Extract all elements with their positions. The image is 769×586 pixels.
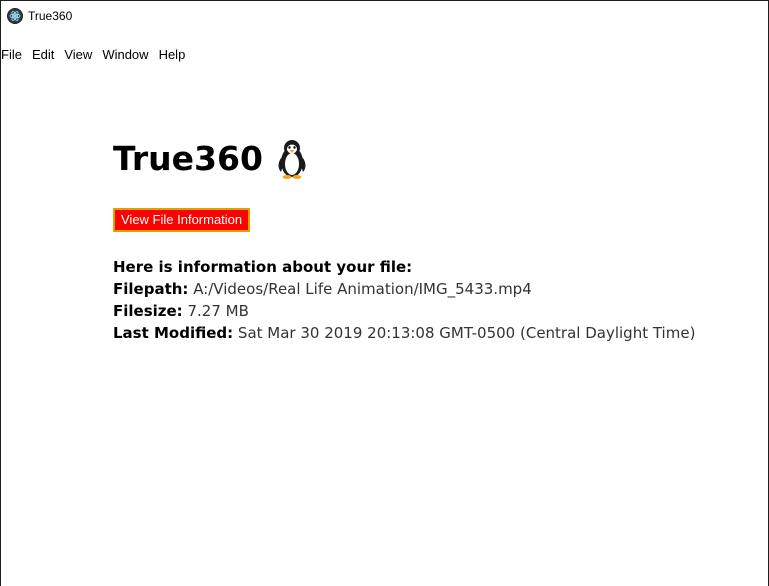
title-bar: True360: [1, 1, 768, 31]
main-content: True360 View File Information Here is in…: [113, 131, 763, 342]
menu-help[interactable]: Help: [154, 46, 191, 64]
penguin-icon: [275, 138, 309, 180]
menu-file[interactable]: File: [1, 46, 27, 64]
menu-edit[interactable]: Edit: [27, 46, 59, 64]
filesize-value: 7.27 MB: [187, 302, 249, 320]
filepath-row: Filepath: A:/Videos/Real Life Animation/…: [113, 278, 695, 300]
last-modified-value: Sat Mar 30 2019 20:13:08 GMT-0500 (Centr…: [237, 324, 696, 342]
last-modified-label: Last Modified:: [113, 324, 234, 342]
menu-window[interactable]: Window: [97, 46, 153, 64]
filepath-value: A:/Videos/Real Life Animation/IMG_5433.m…: [193, 280, 532, 298]
info-header: Here is information about your file:: [113, 258, 413, 276]
file-info: Here is information about your file: Fil…: [113, 256, 695, 344]
page-title: True360: [113, 139, 263, 178]
menu-view[interactable]: View: [59, 46, 97, 64]
filesize-row: Filesize: 7.27 MB: [113, 300, 695, 322]
view-file-information-button[interactable]: View File Information: [113, 208, 251, 232]
filepath-label: Filepath:: [113, 280, 189, 298]
app-logo-icon: [8, 9, 22, 23]
menu-bar: File Edit View Window Help: [1, 45, 190, 65]
last-modified-row: Last Modified: Sat Mar 30 2019 20:13:08 …: [113, 322, 695, 344]
filesize-label: Filesize:: [113, 302, 183, 320]
window-title: True360: [28, 9, 73, 23]
app-window: True360 File Edit View Window Help True3…: [0, 0, 769, 586]
page-heading: True360: [113, 131, 763, 187]
